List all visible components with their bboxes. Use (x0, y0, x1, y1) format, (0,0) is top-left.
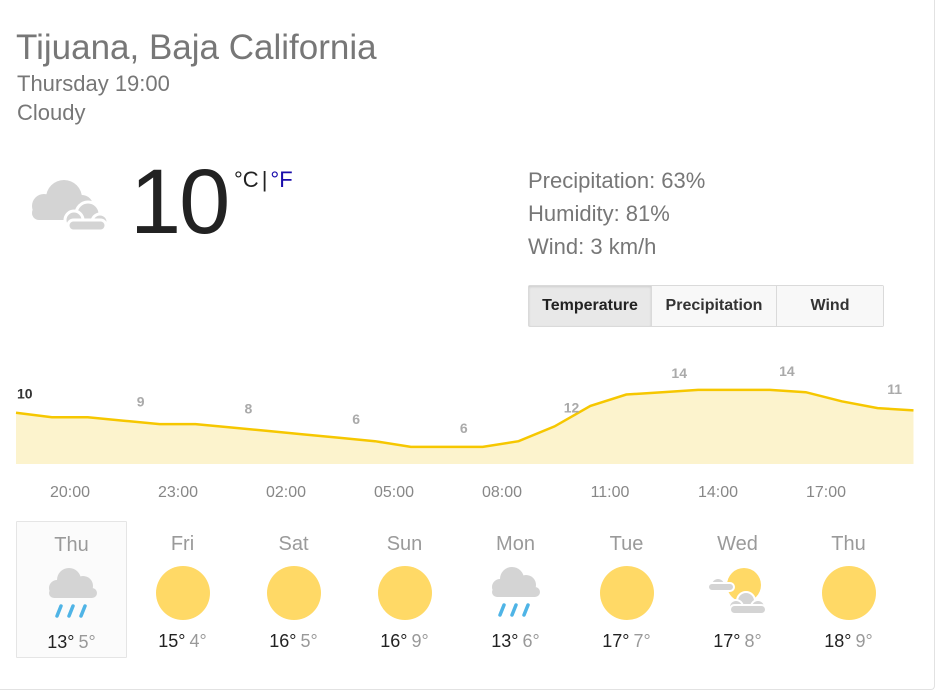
daily-forecast: Thu 13° 5° Fri 15° 4° Sat 16° 5° Sun 16° 9° Mon 13° 6°… (16, 521, 904, 658)
hour-tick-label: 23:00 (157, 484, 199, 501)
day-name: Mon (496, 533, 535, 555)
hour-tick-label: 02:00 (265, 484, 307, 501)
day-name: Sat (278, 533, 309, 555)
chart-data-label: 6 (352, 411, 360, 427)
datetime-label: Thursday 19:00 (17, 71, 170, 96)
day-temps: 17° 7° (571, 631, 682, 652)
tab-temperature[interactable]: Temperature (529, 286, 652, 326)
low-temp: 8° (744, 631, 762, 651)
high-temp: 16° (380, 631, 408, 651)
day-temps: 13° 5° (17, 632, 126, 653)
chart-data-label: 8 (245, 401, 253, 417)
chart-data-label: 14 (671, 365, 687, 381)
low-temp: 9° (855, 631, 873, 651)
day-temps: 16° 9° (349, 631, 460, 652)
day-temps: 18° 9° (793, 631, 904, 652)
low-temp: 9° (411, 631, 429, 651)
day-name: Fri (170, 533, 195, 555)
hour-tick-label: 11:00 (590, 484, 630, 501)
chart-data-label: 6 (460, 420, 468, 436)
high-temp: 17° (602, 631, 630, 651)
unit-separator: | (261, 167, 268, 192)
low-temp: 6° (522, 631, 540, 651)
chart-data-label: 9 (137, 394, 145, 410)
hour-tick-label: 2 (899, 484, 914, 502)
tab-precipitation[interactable]: Precipitation (652, 286, 777, 326)
rain-icon (492, 567, 540, 617)
hour-tick-label: 17:00 (805, 484, 847, 501)
day-mon[interactable]: Mon 13° 6° (460, 521, 571, 658)
day-thu[interactable]: Thu 13° 5° (16, 521, 127, 658)
day-fri[interactable]: Fri 15° 4° (127, 521, 238, 658)
high-temp: 18° (824, 631, 852, 651)
hour-tick-label: 05:00 (373, 484, 415, 501)
high-temp: 16° (269, 631, 297, 651)
chart-data-label: 11 (887, 381, 902, 397)
chart-data-label: 14 (779, 363, 795, 379)
day-sun[interactable]: Sun 16° 9° (349, 521, 460, 658)
chart-data-label: 12 (564, 399, 580, 415)
day-name: Sun (386, 533, 423, 555)
low-temp: 5° (300, 631, 318, 651)
partly-cloudy-icon (707, 568, 767, 615)
day-name: Wed (717, 533, 758, 555)
hour-tick-label: 20:00 (49, 484, 91, 501)
fahrenheit-link[interactable]: °F (270, 167, 292, 192)
day-temps: 17° 8° (682, 631, 793, 652)
temperature-chart: 10 9 8 6 6 12 14 14 11 (15, 363, 914, 464)
high-temp: 13° (47, 632, 75, 652)
day-sat[interactable]: Sat 16° 5° (238, 521, 349, 658)
rain-icon (49, 568, 97, 618)
day-name: Thu (54, 534, 89, 556)
low-temp: 5° (78, 632, 96, 652)
high-temp: 13° (491, 631, 519, 651)
day-temps: 15° 4° (127, 631, 238, 652)
hour-tick-label: 08:00 (481, 484, 523, 501)
day-name: Tue (609, 533, 644, 555)
hour-axis: 20:00 23:00 02:00 05:00 08:00 11:00 14:00 17:00… (0, 484, 914, 506)
sunny-icon (600, 566, 654, 620)
weather-stats: Precipitation: 63% Humidity: 81% Wind: 3… (528, 164, 705, 263)
day-temps: 16° 5° (238, 631, 349, 652)
high-temp: 15° (158, 631, 186, 651)
day-thu[interactable]: Thu 18° 9° (793, 521, 904, 658)
wind-stat: Wind: 3 km/h (528, 234, 657, 259)
celsius-unit: °C (234, 167, 259, 192)
day-tue[interactable]: Tue 17° 7° (571, 521, 682, 658)
low-temp: 4° (189, 631, 207, 651)
low-temp: 7° (633, 631, 651, 651)
unit-toggle: °C | °F (234, 167, 293, 193)
sunny-icon (267, 566, 321, 620)
day-wed[interactable]: Wed 17° 8° (682, 521, 793, 658)
cloudy-icon (32, 180, 110, 233)
chart-tabs: Temperature Precipitation Wind (528, 285, 884, 327)
chart-data-label: 10 (17, 386, 33, 402)
sunny-icon (378, 566, 432, 620)
high-temp: 17° (713, 631, 741, 651)
tab-wind[interactable]: Wind (777, 286, 883, 326)
day-temps: 13° 6° (460, 631, 571, 652)
hour-tick-label: 14:00 (697, 484, 739, 501)
condition-label: Cloudy (17, 100, 86, 125)
day-name: Thu (831, 533, 866, 555)
location-title: Tijuana, Baja California (16, 28, 377, 67)
humidity-stat: Humidity: 81% (528, 201, 670, 226)
current-temperature: 10 (130, 151, 230, 253)
sunny-icon (156, 566, 210, 620)
precipitation-stat: Precipitation: 63% (528, 168, 706, 193)
weather-card: Tijuana, Baja California Thursday 19:00 … (0, 0, 935, 690)
sunny-icon (822, 566, 876, 620)
